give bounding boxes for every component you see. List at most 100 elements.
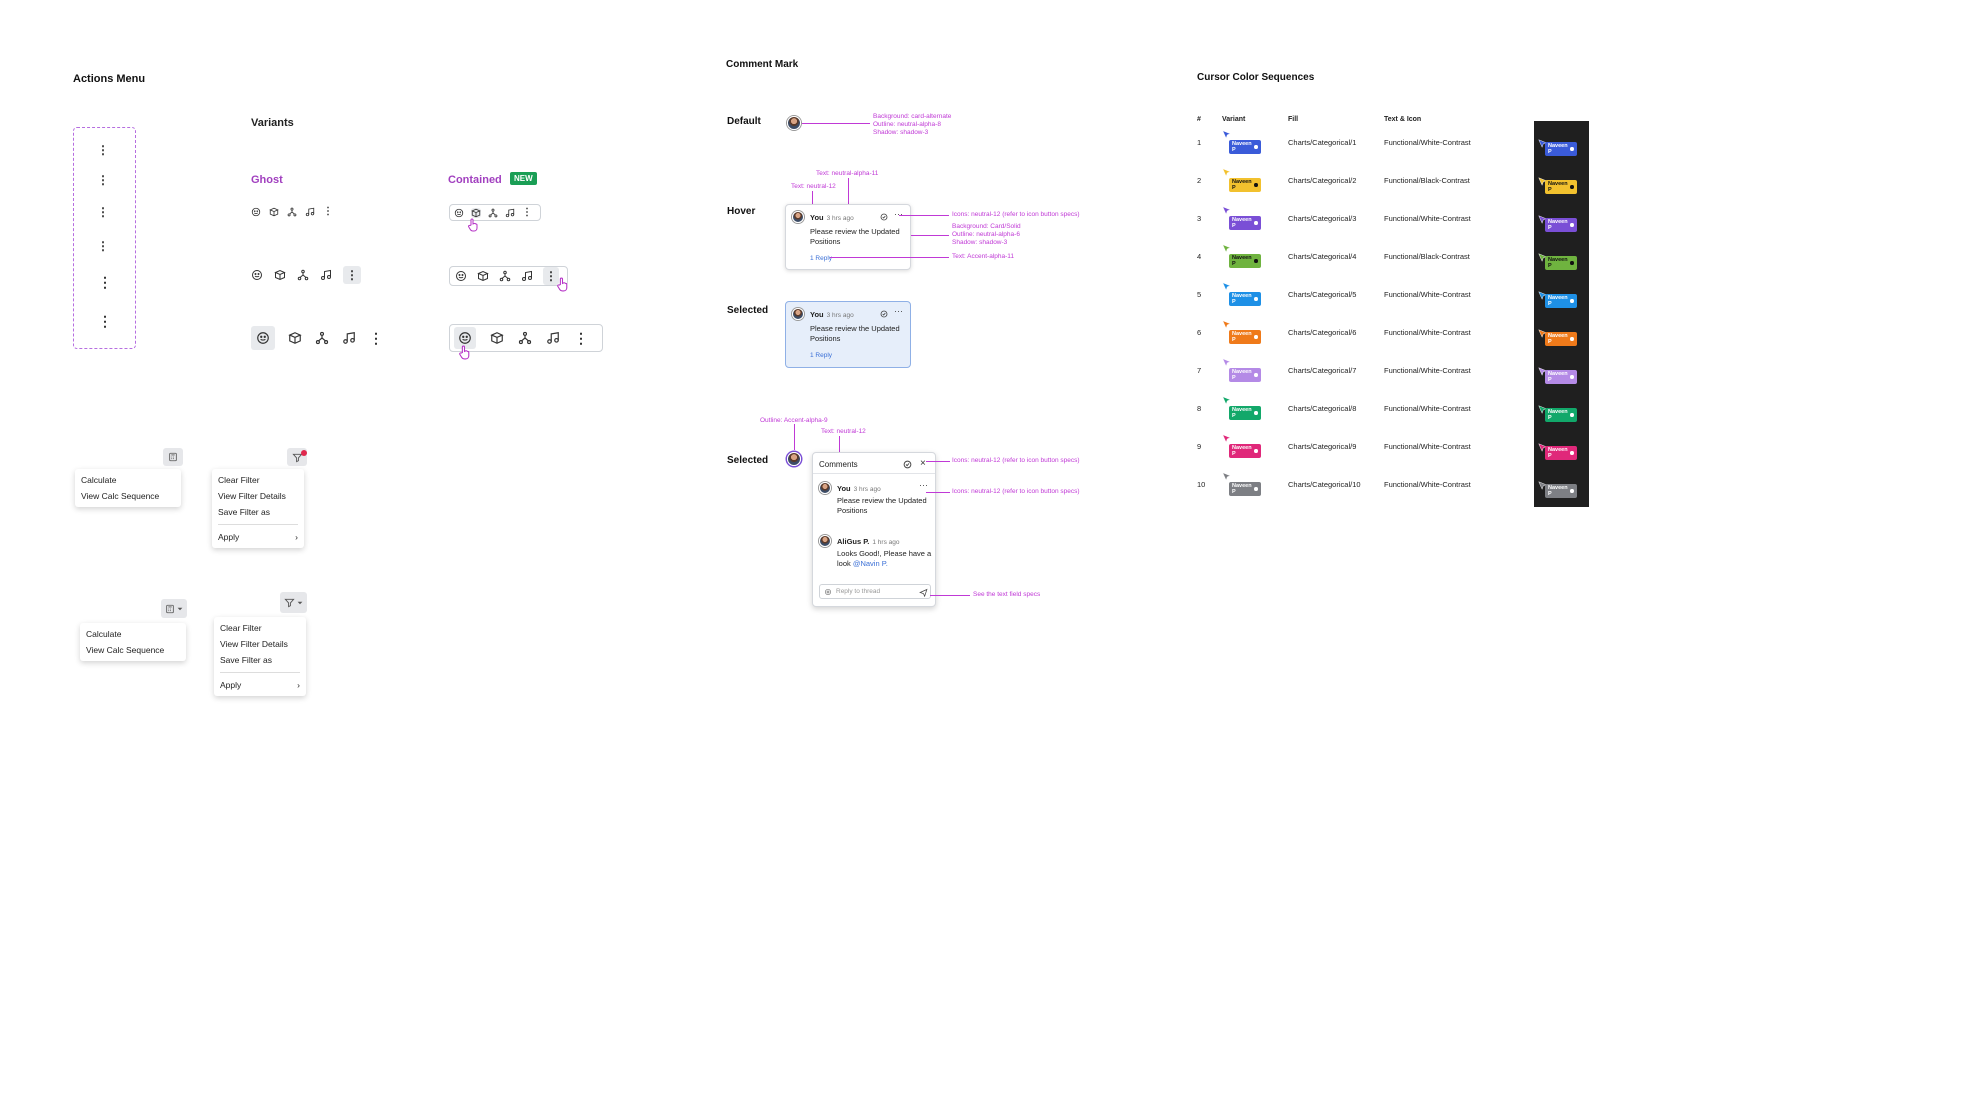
avatar[interactable]: [787, 452, 801, 466]
emoji-icon[interactable]: [251, 326, 275, 350]
close-icon[interactable]: ×: [920, 458, 926, 469]
resolve-check-icon[interactable]: [903, 460, 912, 469]
contained-toolbar-small: ⋮: [449, 204, 541, 221]
hierarchy-icon[interactable]: [287, 207, 297, 217]
filter-trigger-dropdown-button[interactable]: [280, 592, 307, 613]
package-icon[interactable]: [471, 207, 481, 218]
emoji-icon[interactable]: [251, 207, 261, 217]
row-fill: Charts/Categorical/2: [1288, 176, 1357, 185]
reply-count-link[interactable]: 1 Reply: [810, 255, 832, 262]
avatar[interactable]: [787, 116, 801, 130]
cursor-name-chip: Naveen P: [1229, 254, 1261, 268]
package-icon[interactable]: [288, 331, 302, 345]
send-icon[interactable]: [919, 588, 928, 597]
reply-text-field[interactable]: Reply to thread: [819, 584, 931, 599]
hover-annotation-text-left: Text: neutral-12: [791, 183, 836, 190]
cursor-name-chip: Naveen P: [1229, 368, 1261, 382]
contained-toolbar-medium: ⋮: [449, 266, 568, 286]
cursor-name-chip: Naveen P: [1229, 216, 1261, 230]
more-horizontal-icon[interactable]: ···: [894, 306, 903, 316]
row-number: 4: [1197, 252, 1202, 261]
menu-item-view-filter-details[interactable]: View Filter Details: [214, 636, 306, 652]
comment-card-selected[interactable]: You 3 hrs ago ··· Please review the Updat…: [785, 301, 911, 368]
more-vertical-icon[interactable]: ⋮: [522, 207, 532, 218]
hierarchy-icon[interactable]: [297, 269, 309, 281]
music-icon[interactable]: [320, 269, 332, 281]
more-horizontal-icon[interactable]: ···: [894, 209, 903, 219]
menu-item-clear-filter[interactable]: Clear Filter: [214, 620, 306, 636]
row-fill: Charts/Categorical/10: [1288, 480, 1361, 489]
thread-divider: [813, 473, 935, 474]
row-text-icon: Functional/White-Contrast: [1384, 480, 1471, 489]
thread-msg1-text: Please review the Updated Positions: [837, 496, 927, 516]
more-vertical-icon[interactable]: ⋮: [574, 331, 588, 345]
package-icon[interactable]: [477, 270, 489, 282]
music-icon[interactable]: [505, 208, 515, 218]
comment-author: You: [810, 213, 824, 222]
eye-icon: [1570, 489, 1574, 493]
music-icon[interactable]: [521, 270, 533, 282]
cursor-name-chip: Naveen P: [1545, 142, 1577, 156]
calc-trigger-button[interactable]: [163, 448, 183, 466]
menu-item-calculate[interactable]: Calculate: [80, 626, 186, 642]
more-horizontal-icon[interactable]: ···: [919, 480, 928, 490]
emoji-icon[interactable]: [455, 270, 467, 282]
hierarchy-icon[interactable]: [315, 331, 329, 345]
emoji-icon[interactable]: [251, 269, 263, 281]
annotation-text: Shadow: shadow-3: [873, 129, 929, 137]
menu-item-save-filter-as[interactable]: Save Filter as: [212, 504, 304, 520]
package-icon[interactable]: [269, 207, 279, 217]
eye-icon: [1570, 299, 1574, 303]
eye-icon: [1570, 185, 1574, 189]
kebab-button-6[interactable]: ⋮: [98, 314, 112, 328]
menu-item-view-calc-sequence[interactable]: View Calc Sequence: [80, 642, 186, 658]
more-vertical-icon[interactable]: ⋮: [343, 266, 361, 284]
hover-annotation-background: Background: Card/Solid Outline: neutral-…: [952, 223, 1021, 247]
row-fill: Charts/Categorical/6: [1288, 328, 1357, 337]
menu-item-apply[interactable]: Apply ›: [214, 677, 306, 693]
menu-item-clear-filter[interactable]: Clear Filter: [212, 472, 304, 488]
calc-trigger-dropdown-button[interactable]: [161, 599, 187, 618]
mention-link[interactable]: @Navin P.: [853, 559, 888, 568]
comment-card-hover[interactable]: You 3 hrs ago ··· Please review the Updat…: [785, 204, 911, 270]
resolve-check-icon[interactable]: [880, 310, 888, 318]
resolve-check-icon[interactable]: [880, 213, 888, 221]
music-icon[interactable]: [305, 207, 315, 217]
music-icon[interactable]: [342, 331, 356, 345]
more-vertical-icon[interactable]: ⋮: [369, 331, 383, 345]
music-icon[interactable]: [546, 331, 560, 345]
ghost-toolbar-small: ⋮: [251, 207, 333, 217]
package-icon[interactable]: [490, 331, 504, 345]
menu-item-save-filter-as[interactable]: Save Filter as: [214, 652, 306, 668]
hierarchy-icon[interactable]: [518, 331, 532, 345]
package-icon[interactable]: [274, 269, 286, 281]
hierarchy-icon[interactable]: [488, 208, 498, 218]
kebab-button-2[interactable]: ⋮: [97, 174, 109, 186]
eye-icon: [1254, 487, 1258, 491]
menu-item-apply[interactable]: Apply ›: [212, 529, 304, 545]
menu-item-calculate[interactable]: Calculate: [75, 472, 181, 488]
menu-separator: [220, 672, 300, 673]
hand-cursor-icon: [458, 345, 471, 365]
row-text-icon: Functional/Black-Contrast: [1384, 176, 1470, 185]
attachment-icon[interactable]: [824, 588, 832, 596]
comment-time: 3 hrs ago: [826, 312, 854, 319]
more-vertical-icon[interactable]: ⋮: [323, 207, 333, 217]
menu-item-view-calc-sequence[interactable]: View Calc Sequence: [75, 488, 181, 504]
menu-item-view-filter-details[interactable]: View Filter Details: [212, 488, 304, 504]
hand-cursor-icon: [556, 277, 569, 297]
row-fill: Charts/Categorical/9: [1288, 442, 1357, 451]
kebab-button-4[interactable]: ⋮: [97, 240, 109, 252]
kebab-button-3[interactable]: ⋮: [97, 206, 109, 218]
calc-menu: Calculate View Calc Sequence: [75, 469, 181, 507]
thread-msg1-header: You 3 hrs ago: [837, 484, 881, 493]
state-hover-label: Hover: [727, 206, 756, 217]
emoji-icon[interactable]: [454, 208, 464, 218]
comment-message: Please review the Updated Positions: [810, 324, 900, 344]
reply-count-link[interactable]: 1 Reply: [810, 352, 832, 359]
hierarchy-icon[interactable]: [499, 270, 511, 282]
kebab-stack-frame: ⋮ ⋮ ⋮ ⋮ ⋮ ⋮: [73, 127, 136, 349]
kebab-button-5[interactable]: ⋮: [98, 275, 112, 289]
eye-icon: [1254, 411, 1258, 415]
kebab-button-1[interactable]: ⋮: [97, 144, 109, 156]
